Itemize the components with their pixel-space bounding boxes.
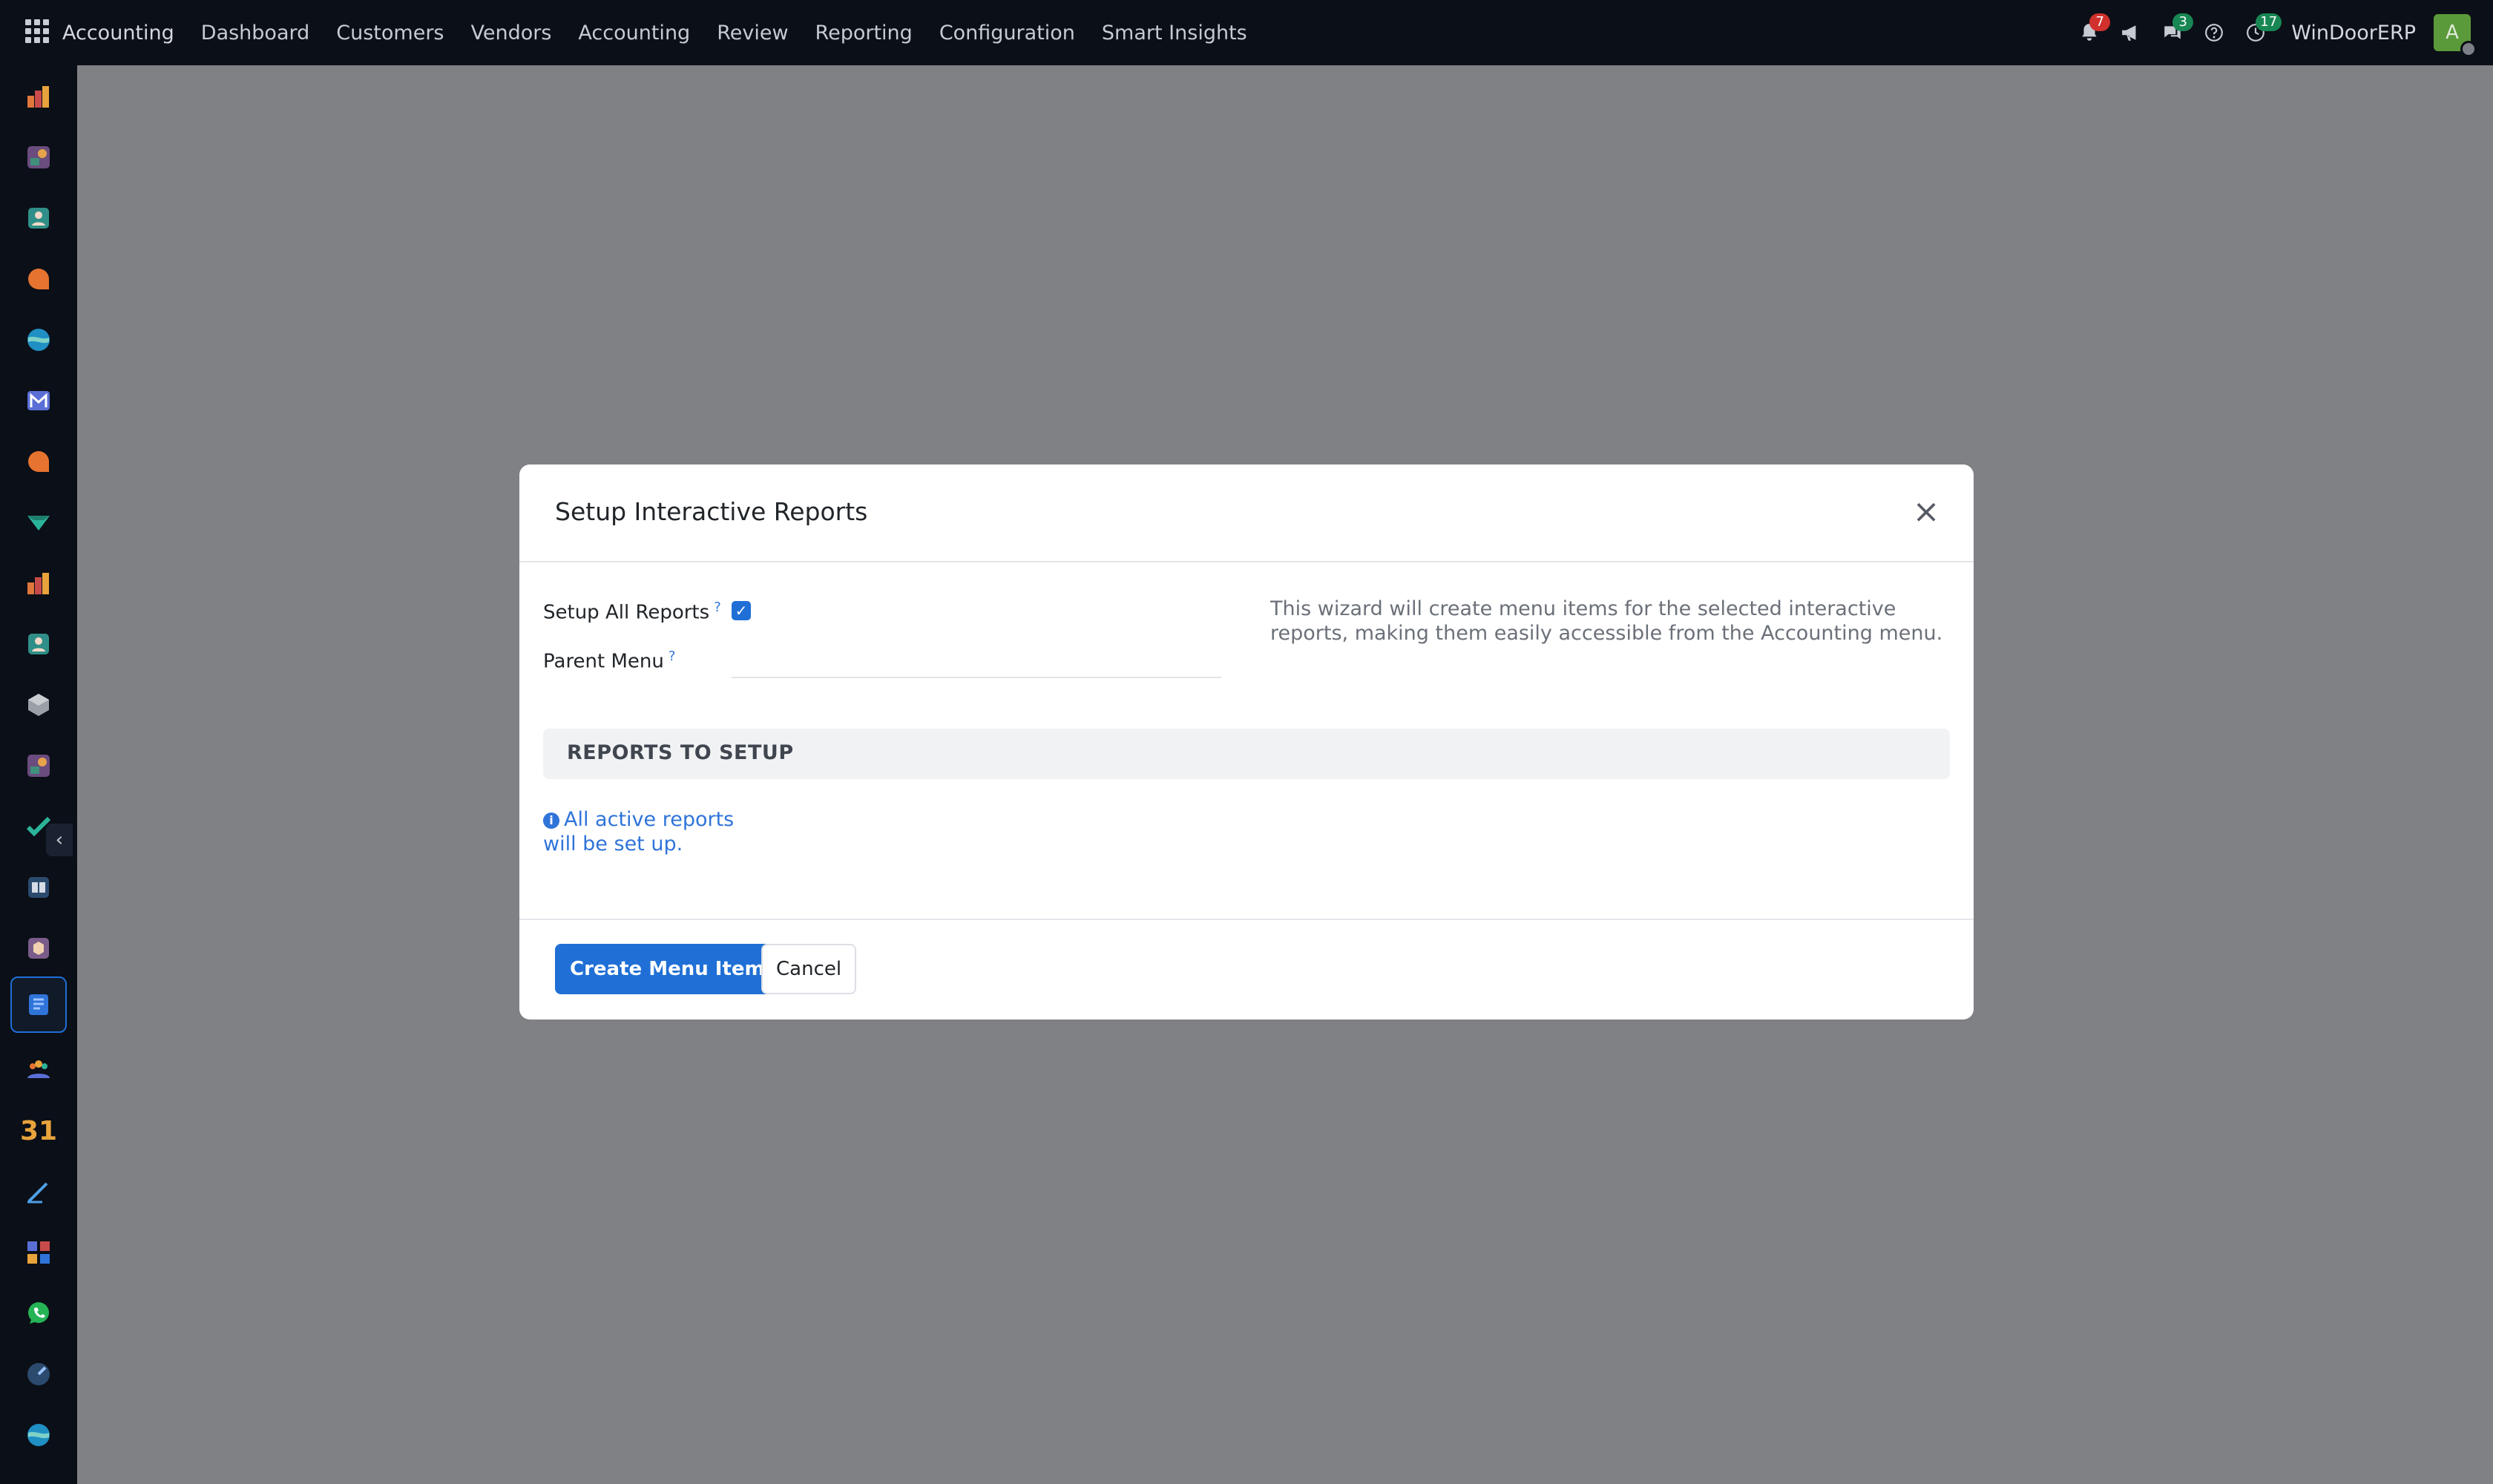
company-switcher[interactable]: WinDoorERP: [2291, 22, 2416, 45]
dialog-title: Setup Interactive Reports: [555, 497, 868, 526]
messages-badge: 3: [2172, 13, 2194, 31]
contacts-app-icon: [28, 208, 49, 229]
sidebar-app-19[interactable]: [22, 1175, 55, 1208]
activities-badge: 17: [2256, 13, 2282, 31]
cancel-button[interactable]: Cancel: [761, 944, 857, 994]
create-menu-items-button[interactable]: Create Menu Items: [555, 944, 792, 994]
sidebar-app-14[interactable]: [22, 871, 55, 904]
email-marketing-app-icon: [27, 391, 50, 410]
nav-item-review[interactable]: Review: [717, 22, 788, 45]
check-icon: ✓: [735, 602, 748, 620]
info-note-text: All active reports will be set up.: [543, 808, 735, 856]
sidebar-app-4[interactable]: [22, 263, 55, 295]
discuss-app-icon: [28, 269, 49, 289]
app-icon: [27, 1424, 50, 1446]
main-nav: Accounting Dashboard Customers Vendors A…: [62, 0, 1274, 65]
nav-item-dashboard[interactable]: Dashboard: [201, 22, 309, 45]
app-icon: [27, 755, 50, 777]
sign-app-icon: [27, 1182, 48, 1204]
app-icon: [27, 516, 50, 531]
sidebar-app-1[interactable]: [22, 80, 55, 113]
bell-icon[interactable]: 7: [2072, 13, 2111, 50]
setup-all-reports-label-text: Setup All Reports: [543, 601, 710, 624]
close-icon: ×: [1912, 493, 1940, 531]
top-navbar: Accounting Dashboard Customers Vendors A…: [0, 0, 2493, 65]
employees-app-icon: [27, 1060, 50, 1078]
app-icon: [27, 146, 50, 168]
sidebar-app-22[interactable]: [22, 1358, 55, 1391]
setup-all-reports-checkbox[interactable]: ✓: [732, 601, 751, 620]
app-icon: [28, 938, 49, 959]
sidebar-app-10[interactable]: [22, 628, 55, 660]
app-brand[interactable]: Accounting: [62, 22, 174, 45]
help-tooltip-marker[interactable]: ?: [714, 600, 721, 615]
clock-icon[interactable]: 17: [2238, 13, 2282, 50]
sidebar-app-23[interactable]: [22, 1419, 55, 1451]
app-icon: [27, 329, 50, 351]
parent-menu-label: Parent Menu?: [543, 649, 675, 673]
systray: 7 3 17 WinDoorERP A: [2072, 0, 2493, 65]
avatar[interactable]: A: [2434, 14, 2477, 57]
app-sidebar: 31 ‹: [0, 65, 77, 1484]
sidebar-app-20[interactable]: [22, 1236, 55, 1269]
parent-menu-input[interactable]: [732, 644, 1221, 678]
sidebar-app-12[interactable]: [22, 749, 55, 782]
inventory-app-icon: [28, 694, 49, 716]
app-grid-icon[interactable]: [25, 19, 49, 43]
nav-item-vendors[interactable]: Vendors: [470, 22, 551, 45]
sidebar-app-21[interactable]: [22, 1297, 55, 1330]
sidebar-app-7[interactable]: [22, 445, 55, 478]
accounting-app-icon: [27, 573, 49, 594]
help-icon[interactable]: [2196, 15, 2232, 50]
parent-menu-label-text: Parent Menu: [543, 650, 664, 673]
sidebar-app-15[interactable]: [22, 932, 55, 965]
sidebar-app-17[interactable]: [22, 1054, 55, 1086]
calendar-app-icon: 31: [19, 1115, 58, 1146]
close-button[interactable]: ×: [1908, 496, 1944, 531]
nav-item-reporting[interactable]: Reporting: [815, 22, 913, 45]
info-note: i All active reports will be set up.: [543, 807, 773, 856]
nav-item-configuration[interactable]: Configuration: [939, 22, 1075, 45]
nav-item-customers[interactable]: Customers: [336, 22, 444, 45]
chat-icon[interactable]: 3: [2155, 13, 2194, 50]
avatar-initial: A: [2446, 22, 2459, 44]
nav-item-smart-insights[interactable]: Smart Insights: [1102, 22, 1247, 45]
dashboards-app-icon: [27, 1241, 50, 1264]
whatsapp-app-icon: [28, 1302, 49, 1324]
sidebar-app-3[interactable]: [22, 202, 55, 234]
sidebar-app-2[interactable]: [22, 141, 55, 174]
sidebar-app-9[interactable]: [22, 567, 55, 600]
megaphone-icon[interactable]: [2113, 15, 2149, 50]
sidebar-app-11[interactable]: [22, 689, 55, 721]
setup-reports-dialog: Setup Interactive Reports × Setup All Re…: [519, 464, 1974, 1020]
sidebar-app-6[interactable]: [22, 384, 55, 417]
dialog-footer: Create Menu Items Cancel: [519, 919, 1974, 1020]
presence-dot: [2460, 41, 2477, 57]
reports-section-header: REPORTS TO SETUP: [543, 729, 1950, 779]
help-tooltip-marker[interactable]: ?: [669, 649, 676, 664]
sidebar-collapse-toggle[interactable]: ‹: [46, 824, 73, 856]
documents-app-icon: [29, 994, 48, 1015]
setup-all-reports-label: Setup All Reports?: [543, 600, 721, 624]
nav-item-accounting[interactable]: Accounting: [578, 22, 690, 45]
app-icon: [27, 1363, 50, 1385]
info-icon: i: [543, 812, 559, 829]
notifications-badge: 7: [2089, 13, 2111, 31]
sidebar-app-5[interactable]: [22, 324, 55, 356]
contacts-app-icon: [28, 634, 49, 654]
dialog-header: Setup Interactive Reports ×: [519, 464, 1974, 562]
discuss-app-icon: [28, 451, 49, 472]
accounting-app-icon: [27, 86, 49, 108]
sidebar-app-8[interactable]: [22, 506, 55, 539]
sidebar-app-18[interactable]: 31: [19, 1114, 58, 1147]
chevron-left-icon: ‹: [55, 829, 64, 851]
knowledge-app-icon: [28, 877, 49, 898]
dialog-body: Setup All Reports? ✓ Parent Menu? This w…: [519, 562, 1974, 917]
sidebar-app-documents-active[interactable]: [10, 976, 67, 1033]
section-title: REPORTS TO SETUP: [567, 741, 794, 764]
wizard-help-text: This wizard will create menu items for t…: [1270, 597, 1943, 645]
